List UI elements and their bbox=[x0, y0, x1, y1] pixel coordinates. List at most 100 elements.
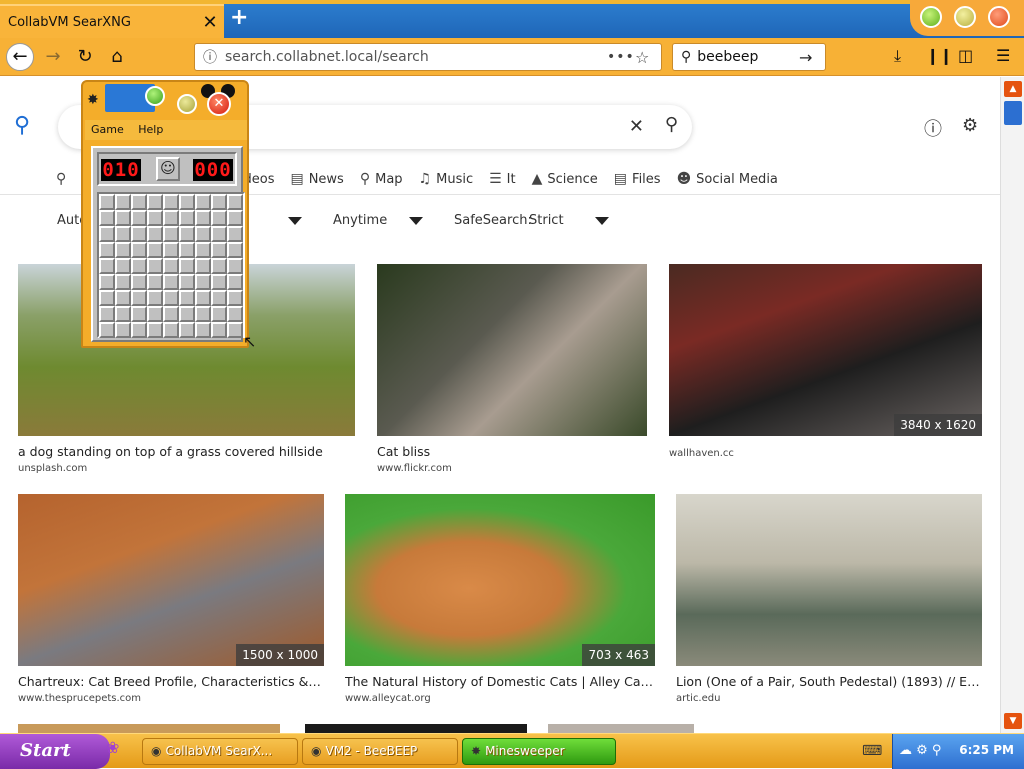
mine-cell[interactable] bbox=[99, 242, 115, 258]
start-button[interactable]: Start bbox=[0, 734, 110, 769]
tab-files[interactable]: ▤ Files bbox=[614, 171, 661, 187]
mine-cell[interactable] bbox=[163, 226, 179, 242]
mine-cell[interactable] bbox=[179, 290, 195, 306]
mine-cell[interactable] bbox=[99, 210, 115, 226]
menu-help[interactable]: Help bbox=[138, 123, 163, 136]
maximize-button[interactable] bbox=[177, 94, 197, 114]
mine-cell[interactable] bbox=[131, 210, 147, 226]
address-bar[interactable]: ⓘ search.collabnet.local/search ••• ☆ bbox=[194, 43, 662, 71]
mine-cell[interactable] bbox=[211, 290, 227, 306]
mine-cell[interactable] bbox=[227, 290, 243, 306]
mine-cell[interactable] bbox=[227, 306, 243, 322]
scroll-thumb[interactable] bbox=[1004, 101, 1022, 125]
result-thumbnail[interactable]: 1500 x 1000 bbox=[18, 494, 324, 666]
vertical-scrollbar[interactable]: ▲ ▼ bbox=[1000, 77, 1024, 733]
search-go-icon[interactable]: → bbox=[799, 48, 825, 67]
menu-hamburger-icon[interactable]: ☰ bbox=[996, 46, 1010, 65]
image-result[interactable]: Lion (One of a Pair, South Pedestal) (18… bbox=[676, 494, 982, 704]
mine-cell[interactable] bbox=[211, 242, 227, 258]
tab-music[interactable]: ♫ Music bbox=[419, 171, 474, 187]
result-title[interactable]: Cat bliss bbox=[377, 444, 647, 459]
tab-map[interactable]: ⚲ Map bbox=[360, 171, 403, 187]
mine-cell[interactable] bbox=[147, 226, 163, 242]
mine-cell[interactable] bbox=[131, 226, 147, 242]
mine-cell[interactable] bbox=[179, 226, 195, 242]
mine-cell[interactable] bbox=[195, 274, 211, 290]
mine-cell[interactable] bbox=[115, 322, 131, 338]
mine-cell[interactable] bbox=[227, 322, 243, 338]
mine-cell[interactable] bbox=[131, 274, 147, 290]
safesearch-select[interactable]: Strict bbox=[529, 213, 564, 228]
mine-cell[interactable] bbox=[163, 194, 179, 210]
mine-cell[interactable] bbox=[211, 226, 227, 242]
tray-icons[interactable]: ☁ ⚙ ⚲ bbox=[899, 743, 941, 758]
mine-cell[interactable] bbox=[195, 194, 211, 210]
mine-cell[interactable] bbox=[195, 242, 211, 258]
mine-cell[interactable] bbox=[227, 194, 243, 210]
maximize-button[interactable] bbox=[954, 6, 976, 28]
mine-cell[interactable] bbox=[211, 274, 227, 290]
mine-cell[interactable] bbox=[115, 274, 131, 290]
mine-cell[interactable] bbox=[131, 322, 147, 338]
image-result[interactable]: 3840 x 1620 wallhaven.cc bbox=[669, 264, 982, 459]
taskbar-item-minesweeper[interactable]: ✸ Minesweeper bbox=[462, 738, 616, 765]
mine-cell[interactable] bbox=[115, 242, 131, 258]
chevron-down-icon[interactable] bbox=[288, 217, 302, 225]
searxng-logo-icon[interactable]: ⚲ bbox=[14, 113, 30, 138]
forward-button[interactable]: → bbox=[40, 44, 66, 70]
minesweeper-window[interactable]: ✸ ✕ Game Help 010 ☺ 000 ↖ bbox=[81, 80, 256, 351]
minesweeper-titlebar[interactable]: ✸ ✕ bbox=[83, 82, 247, 120]
taskbar-item-browser[interactable]: ◉ CollabVM SearX... bbox=[142, 738, 298, 765]
mine-cell[interactable] bbox=[99, 258, 115, 274]
mine-cell[interactable] bbox=[163, 258, 179, 274]
mine-cell[interactable] bbox=[115, 306, 131, 322]
mine-cell[interactable] bbox=[179, 306, 195, 322]
mine-cell[interactable] bbox=[99, 194, 115, 210]
info-icon[interactable]: ⓘ bbox=[924, 115, 942, 141]
mine-cell[interactable] bbox=[115, 258, 131, 274]
mine-cell[interactable] bbox=[115, 226, 131, 242]
bookmark-star-icon[interactable]: ☆ bbox=[635, 48, 661, 67]
mine-cell[interactable] bbox=[211, 194, 227, 210]
scroll-up-button[interactable]: ▲ bbox=[1004, 81, 1022, 97]
search-submit-icon[interactable]: ⚲ bbox=[665, 114, 678, 135]
mine-cell[interactable] bbox=[147, 258, 163, 274]
mine-cell[interactable] bbox=[147, 306, 163, 322]
reload-button[interactable]: ↻ bbox=[72, 44, 98, 70]
mine-cell[interactable] bbox=[195, 258, 211, 274]
mine-cell[interactable] bbox=[227, 274, 243, 290]
mine-cell[interactable] bbox=[195, 306, 211, 322]
page-actions-icon[interactable]: ••• bbox=[607, 49, 635, 65]
mine-cell[interactable] bbox=[131, 290, 147, 306]
image-result[interactable]: Cat bliss www.flickr.com bbox=[377, 264, 647, 474]
scroll-down-button[interactable]: ▼ bbox=[1004, 713, 1022, 729]
mine-cell[interactable] bbox=[163, 322, 179, 338]
minimize-button[interactable] bbox=[145, 86, 165, 106]
image-result-partial[interactable] bbox=[18, 724, 280, 733]
image-result-partial[interactable] bbox=[305, 724, 527, 733]
mine-cell[interactable] bbox=[179, 210, 195, 226]
chevron-down-icon[interactable] bbox=[409, 217, 423, 225]
mine-cell[interactable] bbox=[179, 242, 195, 258]
tab-close-icon[interactable]: ✕ bbox=[196, 12, 224, 33]
chevron-down-icon[interactable] bbox=[595, 217, 609, 225]
gear-icon[interactable]: ⚙ bbox=[962, 115, 978, 136]
mine-cell[interactable] bbox=[227, 210, 243, 226]
mine-cell[interactable] bbox=[195, 290, 211, 306]
result-thumbnail[interactable] bbox=[377, 264, 647, 436]
mine-cell[interactable] bbox=[163, 242, 179, 258]
mine-cell[interactable] bbox=[211, 258, 227, 274]
site-info-icon[interactable]: ⓘ bbox=[203, 47, 225, 67]
taskbar-item-beebeep[interactable]: ◉ VM2 - BeeBEEP bbox=[302, 738, 458, 765]
library-icon[interactable]: ❙❙ bbox=[926, 46, 953, 65]
result-title[interactable]: Chartreux: Cat Breed Profile, Characteri… bbox=[18, 674, 324, 689]
clear-search-icon[interactable]: ✕ bbox=[629, 116, 644, 137]
mine-cell[interactable] bbox=[99, 322, 115, 338]
mine-cell[interactable] bbox=[99, 226, 115, 242]
mine-cell[interactable] bbox=[147, 242, 163, 258]
image-result[interactable]: 703 x 463 The Natural History of Domesti… bbox=[345, 494, 655, 704]
minimize-button[interactable] bbox=[920, 6, 942, 28]
mine-cell[interactable] bbox=[211, 210, 227, 226]
mine-cell[interactable] bbox=[147, 322, 163, 338]
back-button[interactable]: ← bbox=[6, 43, 34, 71]
